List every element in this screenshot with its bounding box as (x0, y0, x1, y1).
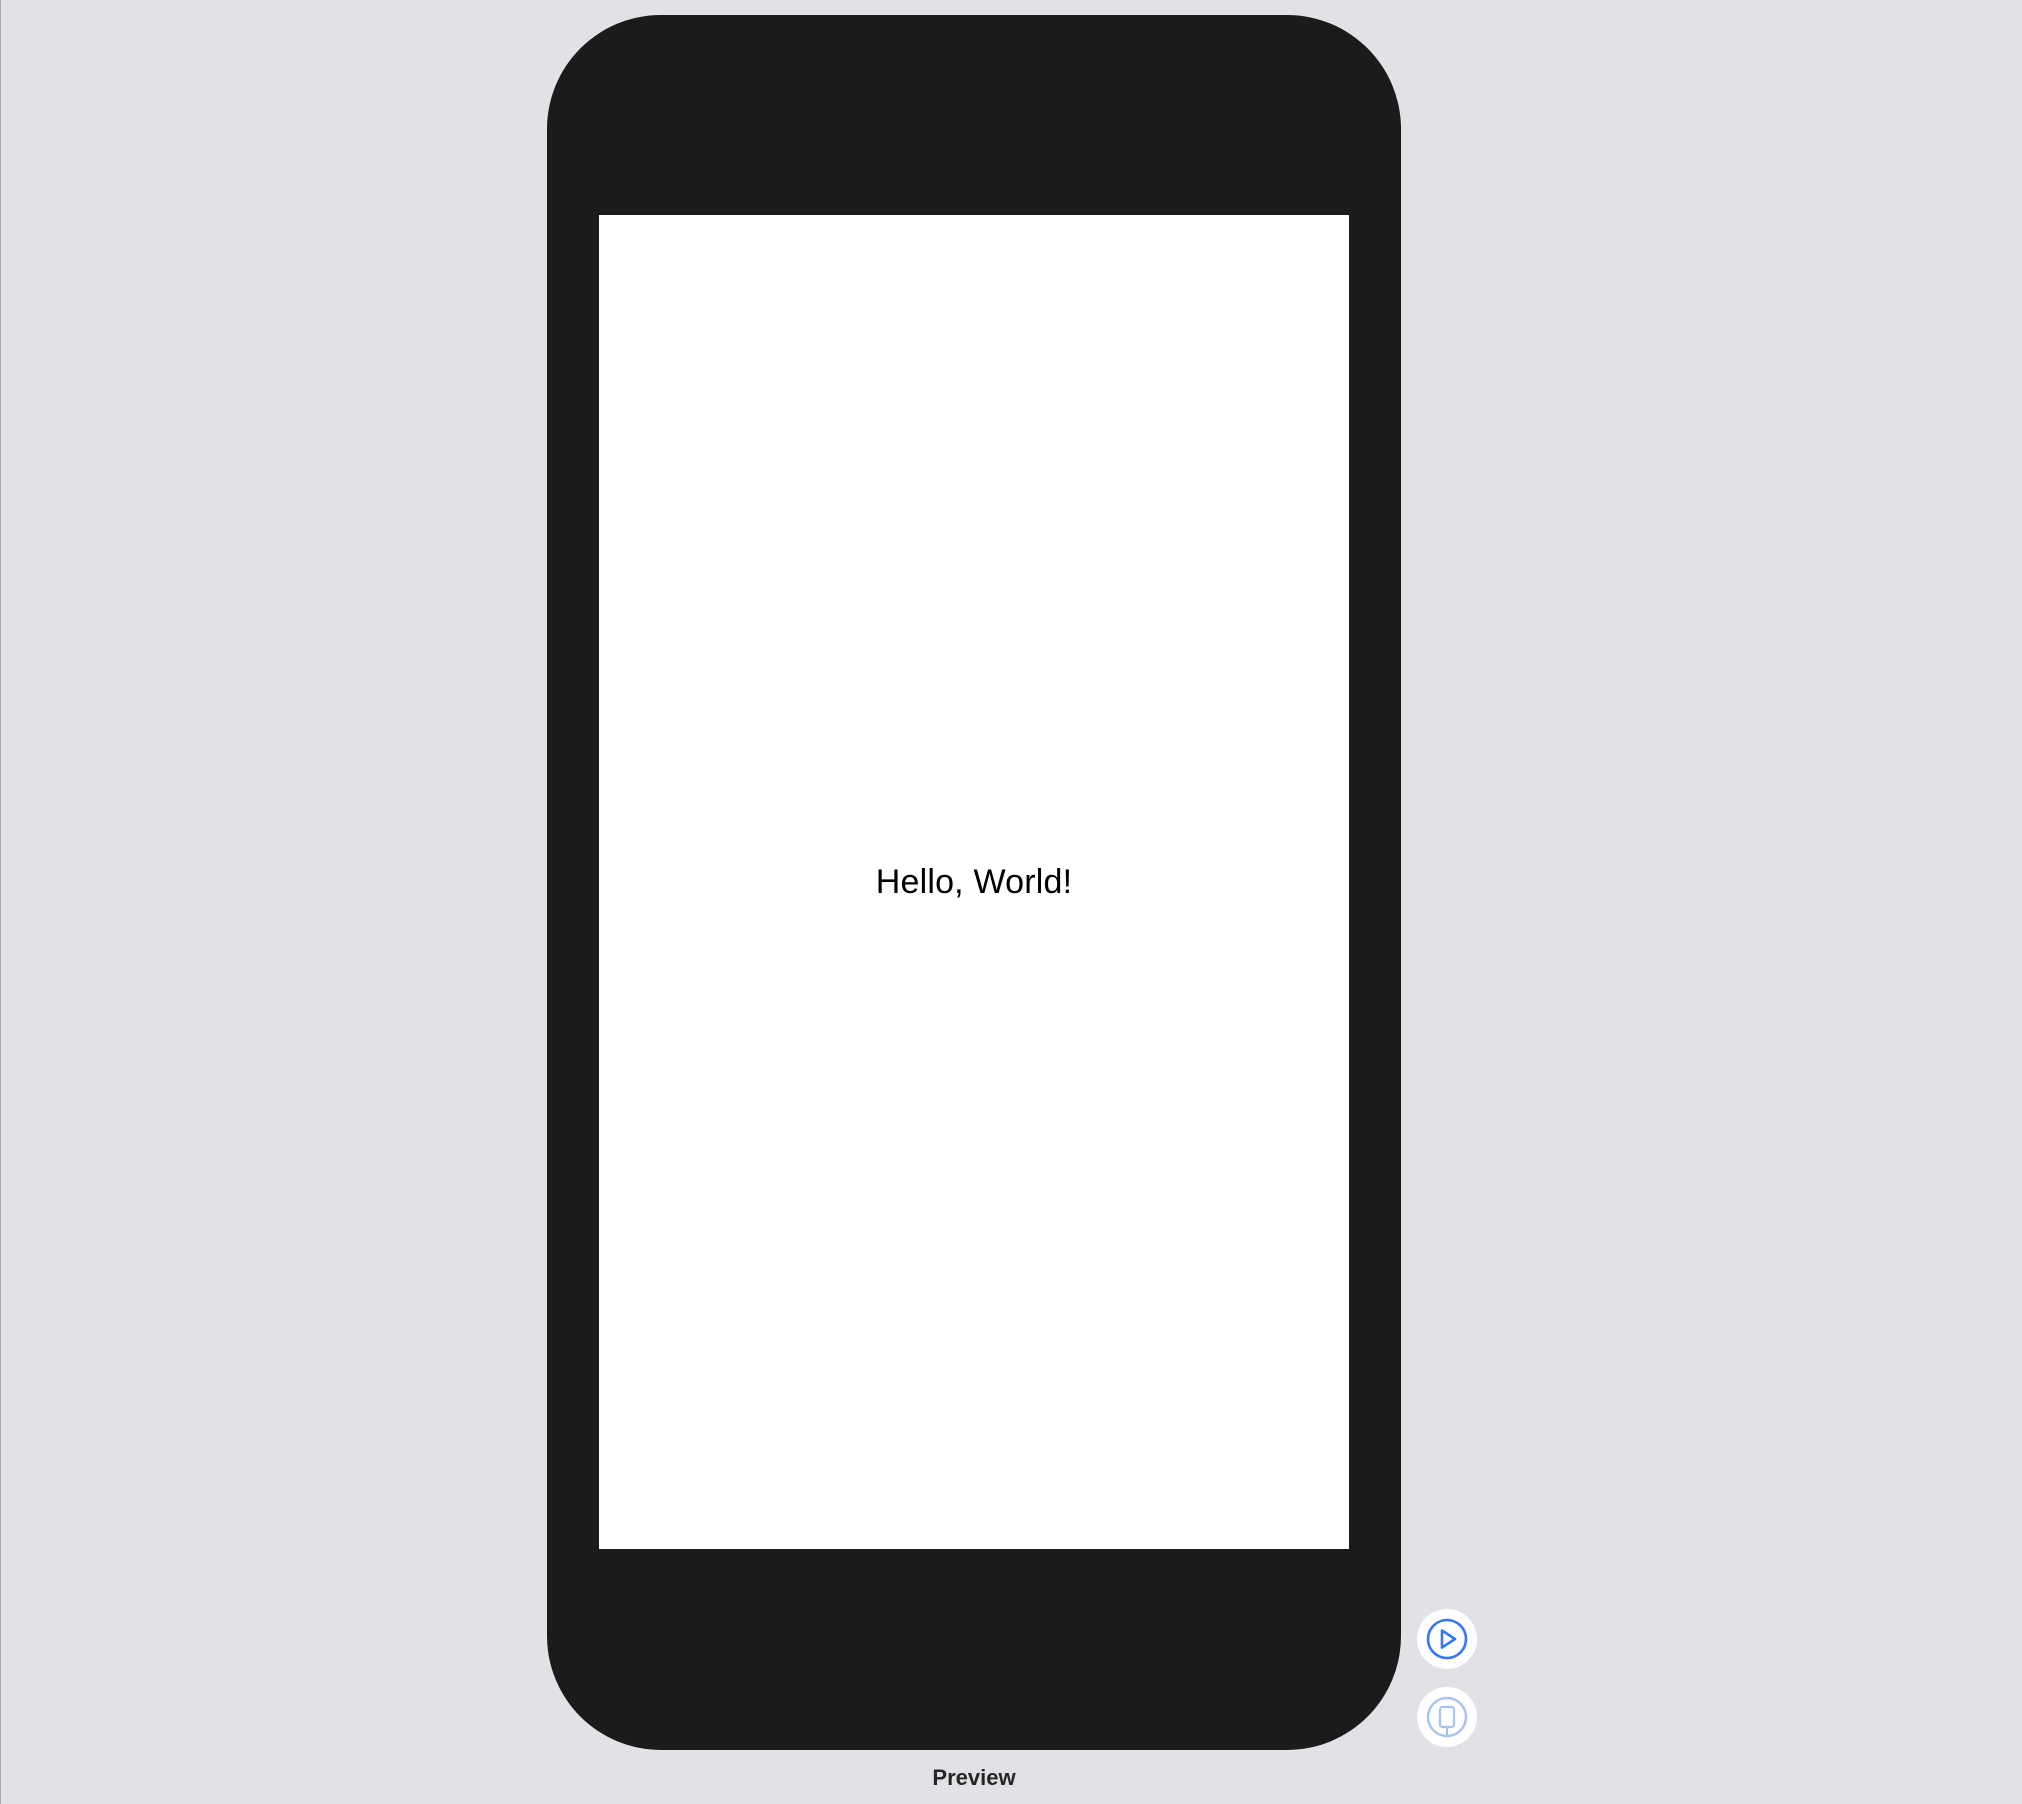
panel-divider (0, 0, 1, 1804)
live-preview-button[interactable] (1417, 1609, 1477, 1669)
device-frame: Hello, World! (547, 15, 1401, 1750)
device-settings-button[interactable] (1417, 1687, 1477, 1747)
device-icon (1426, 1696, 1468, 1738)
device-screen: Hello, World! (599, 215, 1349, 1549)
preview-label: Preview (932, 1765, 1016, 1790)
hello-world-text: Hello, World! (875, 862, 1073, 901)
play-circle-icon (1426, 1618, 1468, 1660)
